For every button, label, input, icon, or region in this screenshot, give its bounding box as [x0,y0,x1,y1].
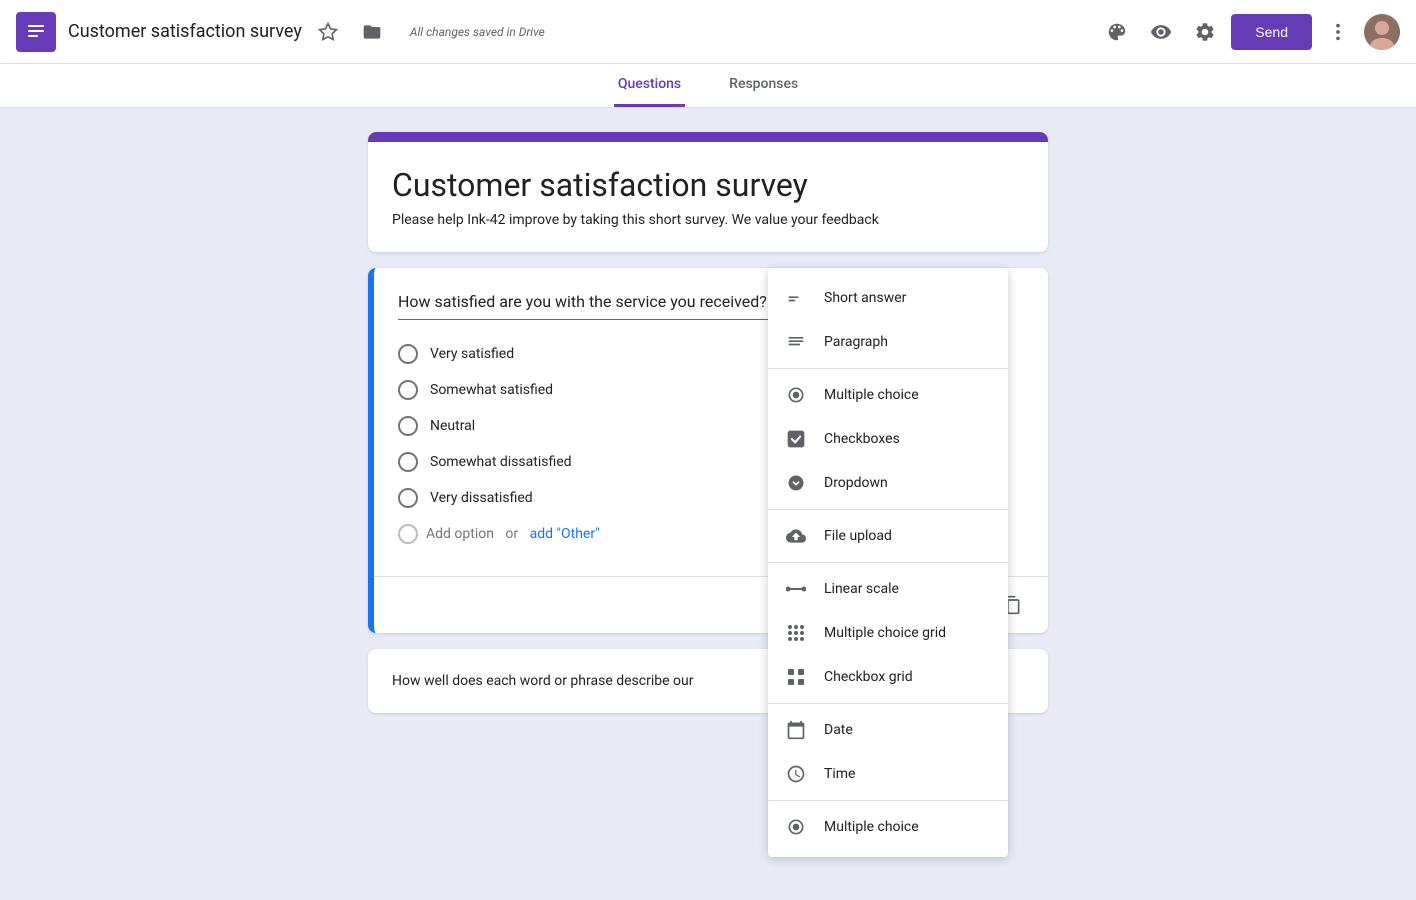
menu-divider-2 [768,509,1008,510]
avatar[interactable] [1364,14,1400,50]
menu-item-dropdown[interactable]: Dropdown [768,461,1008,505]
menu-label-multiple-choice: Multiple choice [824,387,919,403]
add-option-label[interactable]: Add option [426,526,494,542]
radio-3[interactable] [398,416,418,436]
menu-label-checkboxes: Checkboxes [824,431,900,447]
menu-divider-5 [768,800,1008,801]
menu-item-file-upload[interactable]: File upload [768,514,1008,558]
doc-title: Customer satisfaction survey [68,21,302,42]
main-content: Customer satisfaction survey Please help… [0,108,1416,737]
folder-button[interactable] [354,14,390,50]
menu-divider-1 [768,368,1008,369]
question-2-text: How well does each word or phrase descri… [392,673,693,689]
dropdown-menu: Short answer Paragraph Multiple choice [768,268,1008,857]
survey-title-body: Customer satisfaction survey Please help… [368,142,1048,252]
radio-1[interactable] [398,344,418,364]
checkbox-grid-icon [784,665,808,689]
tab-responses[interactable]: Responses [725,64,802,107]
radio-5[interactable] [398,488,418,508]
option-label-1: Very satisfied [430,346,514,362]
menu-label-linear-scale: Linear scale [824,581,899,597]
header: Customer satisfaction survey All changes… [0,0,1416,64]
or-text: or [502,526,522,542]
file-upload-icon [784,524,808,548]
option-label-2: Somewhat satisfied [430,382,553,398]
menu-label-checkbox-grid: Checkbox grid [824,669,913,685]
more-button[interactable] [1320,14,1356,50]
option-label-3: Neutral [430,418,475,434]
survey-description: Please help Ink-42 improve by taking thi… [392,212,1024,228]
menu-item-short-answer[interactable]: Short answer [768,276,1008,320]
add-other-link[interactable]: add "Other" [530,526,600,542]
menu-label-file-upload: File upload [824,528,892,544]
title-area: Customer satisfaction survey [68,14,390,50]
option-label-4: Somewhat dissatisfied [430,454,572,470]
app-icon [16,12,56,52]
short-answer-icon [784,286,808,310]
tabs-bar: Questions Responses [0,64,1416,108]
header-left: Customer satisfaction survey All changes… [16,12,1099,52]
menu-label-multiple-choice-2: Multiple choice [824,819,919,835]
menu-item-date[interactable]: Date [768,708,1008,752]
menu-label-paragraph: Paragraph [824,334,888,350]
save-status: All changes saved in Drive [410,25,545,39]
menu-label-date: Date [824,722,853,738]
menu-item-multiple-choice-2[interactable]: Multiple choice [768,805,1008,849]
multiple-choice-icon-2 [784,815,808,839]
tab-questions[interactable]: Questions [614,64,685,107]
send-button[interactable]: Send [1231,14,1312,50]
survey-title: Customer satisfaction survey [392,166,1024,204]
menu-item-checkbox-grid[interactable]: Checkbox grid [768,655,1008,699]
multiple-choice-icon [784,383,808,407]
radio-placeholder [398,524,418,544]
date-icon [784,718,808,742]
dropdown-icon [784,471,808,495]
survey-title-card: Customer satisfaction survey Please help… [368,132,1048,252]
menu-label-short-answer: Short answer [824,290,906,306]
checkboxes-icon [784,427,808,451]
settings-button[interactable] [1187,14,1223,50]
menu-item-time[interactable]: Time [768,752,1008,796]
menu-item-multiple-choice-grid[interactable]: Multiple choice grid [768,611,1008,655]
header-right: Send [1099,14,1400,50]
linear-scale-icon [784,577,808,601]
star-button[interactable] [310,14,346,50]
card-accent-bar [368,132,1048,142]
preview-button[interactable] [1143,14,1179,50]
menu-item-paragraph[interactable]: Paragraph [768,320,1008,364]
option-label-5: Very dissatisfied [430,490,533,506]
palette-button[interactable] [1099,14,1135,50]
multiple-choice-grid-icon [784,621,808,645]
radio-2[interactable] [398,380,418,400]
paragraph-icon [784,330,808,354]
time-icon [784,762,808,786]
menu-item-checkboxes[interactable]: Checkboxes [768,417,1008,461]
menu-item-linear-scale[interactable]: Linear scale [768,567,1008,611]
radio-4[interactable] [398,452,418,472]
menu-label-dropdown: Dropdown [824,475,888,491]
menu-divider-3 [768,562,1008,563]
menu-divider-4 [768,703,1008,704]
menu-item-multiple-choice[interactable]: Multiple choice [768,373,1008,417]
menu-label-time: Time [824,766,855,782]
menu-label-multiple-choice-grid: Multiple choice grid [824,625,946,641]
